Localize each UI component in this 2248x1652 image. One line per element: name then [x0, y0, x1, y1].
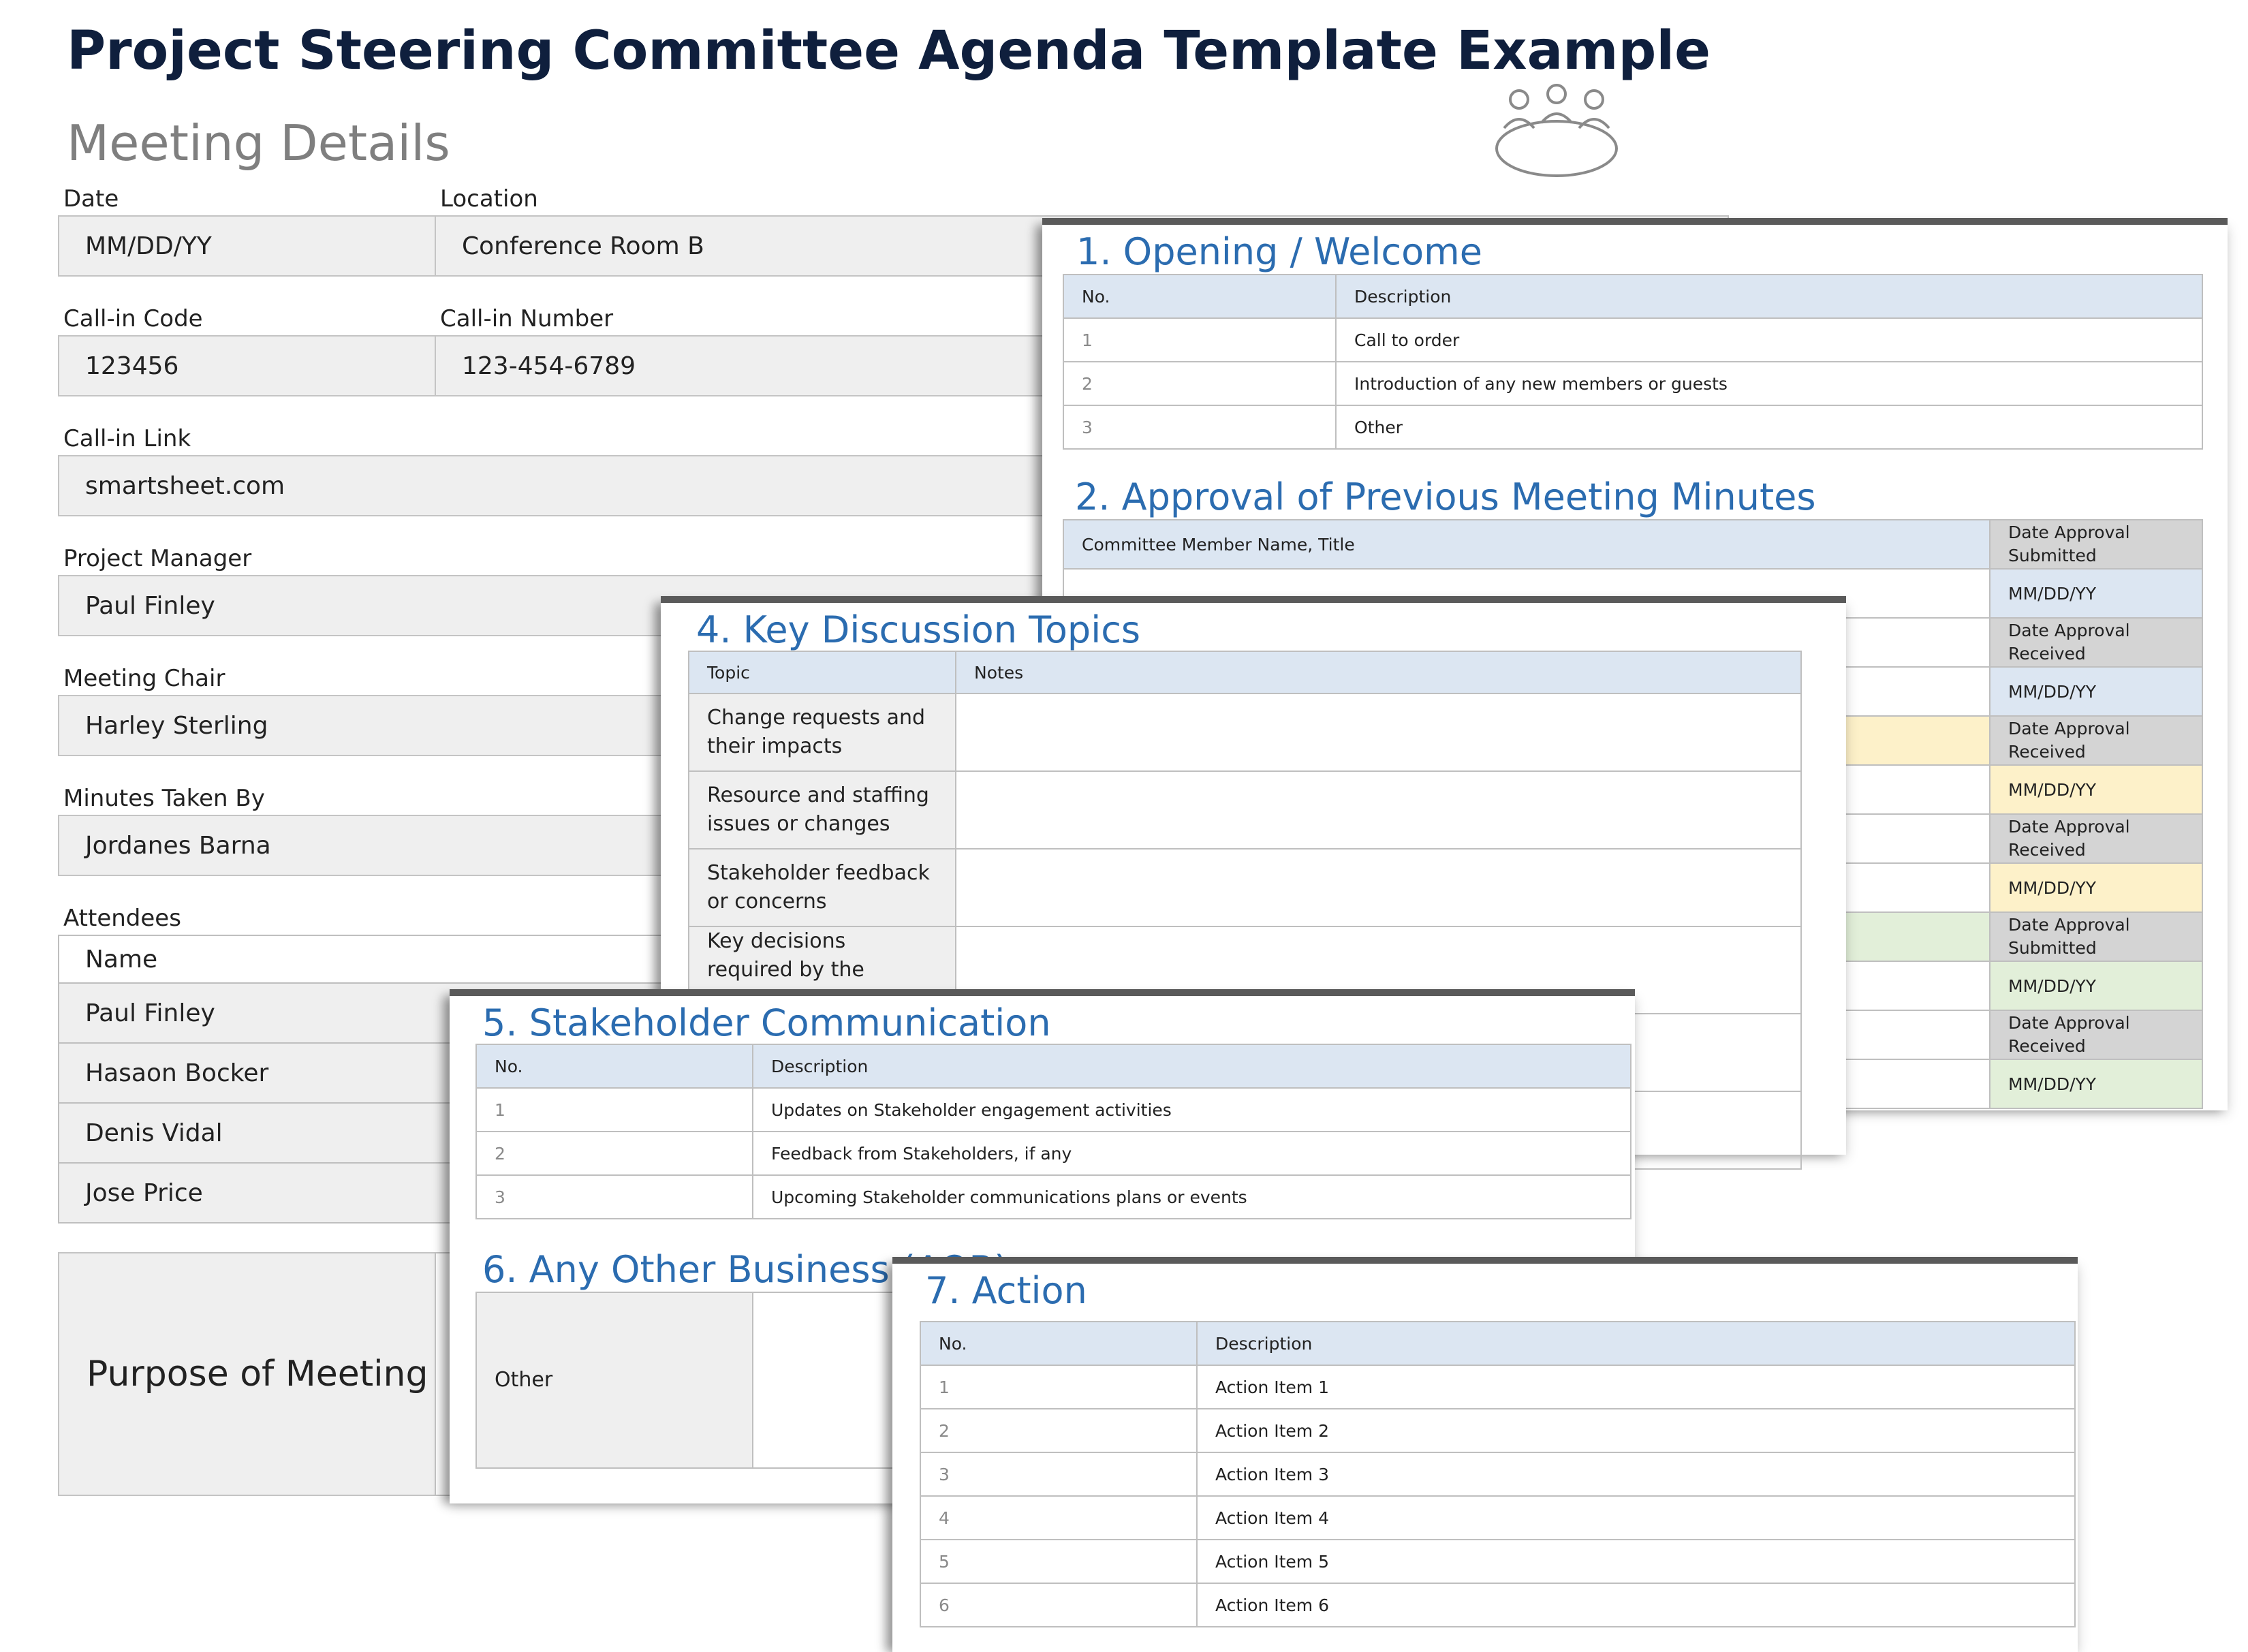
- call-in-code-field[interactable]: 123456: [58, 335, 436, 396]
- approval-date-value[interactable]: MM/DD/YY: [1989, 1059, 2203, 1109]
- action-row-no: 5: [920, 1539, 1198, 1584]
- action-row-no: 3: [920, 1452, 1198, 1497]
- action-row-desc[interactable]: Action Item 5: [1196, 1539, 2076, 1584]
- stakeholder-title: 5. Stakeholder Communication: [482, 1001, 1051, 1044]
- opening-row-no: 1: [1063, 317, 1337, 362]
- opening-row-desc[interactable]: Introduction of any new members or guest…: [1335, 361, 2203, 406]
- action-table: No. Description 1 Action Item 1 2 Action I…: [920, 1321, 2076, 1627]
- approval-date-label: Date Approval Received: [1989, 1010, 2203, 1060]
- approval-title: 2. Approval of Previous Meeting Minutes: [1075, 476, 1816, 518]
- stakeholder-row-desc[interactable]: Updates on Stakeholder engagement activi…: [752, 1087, 1632, 1132]
- action-row-desc[interactable]: Action Item 3: [1196, 1452, 2076, 1497]
- stakeholder-row-desc[interactable]: Feedback from Stakeholders, if any: [752, 1131, 1632, 1176]
- stakeholder-row-no: 3: [475, 1174, 753, 1219]
- date-field[interactable]: MM/DD/YY: [58, 215, 436, 277]
- approval-date-label: Date Approval Received: [1989, 813, 2203, 864]
- action-row-desc[interactable]: Action Item 2: [1196, 1408, 2076, 1453]
- call-in-code-label: Call-in Code: [63, 305, 203, 332]
- stakeholder-row-desc[interactable]: Upcoming Stakeholder communications plan…: [752, 1174, 1632, 1219]
- action-row-desc[interactable]: Action Item 6: [1196, 1583, 2076, 1627]
- purpose-label: Purpose of Meeting: [58, 1252, 436, 1496]
- stakeholder-row-no: 2: [475, 1131, 753, 1176]
- approval-date-value[interactable]: MM/DD/YY: [1989, 862, 2203, 913]
- key-topics-title: 4. Key Discussion Topics: [696, 608, 1141, 651]
- approval-date-value[interactable]: MM/DD/YY: [1989, 764, 2203, 815]
- opening-col-no: No.: [1063, 274, 1337, 319]
- action-row-no: 2: [920, 1408, 1198, 1453]
- meeting-details-heading: Meeting Details: [67, 114, 450, 172]
- stakeholder-row-no: 1: [475, 1087, 753, 1132]
- approval-date-label: Date Approval Received: [1989, 617, 2203, 668]
- opening-row-desc[interactable]: Other: [1335, 405, 2203, 450]
- approval-date-value[interactable]: MM/DD/YY: [1989, 666, 2203, 717]
- topic-cell: Resource and staffing issues or changes: [688, 770, 956, 850]
- action-title: 7. Action: [925, 1269, 1087, 1312]
- project-manager-label: Project Manager: [63, 545, 252, 572]
- action-row-desc[interactable]: Action Item 1: [1196, 1365, 2076, 1409]
- action-col-no: No.: [920, 1321, 1198, 1366]
- location-label: Location: [440, 185, 538, 213]
- action-row-no: 1: [920, 1365, 1198, 1409]
- approval-date-value[interactable]: MM/DD/YY: [1989, 568, 2203, 619]
- opening-row-no: 2: [1063, 361, 1337, 406]
- key-topics-col-notes: Notes: [955, 651, 1802, 694]
- opening-table: No. Description 1 Call to order 2 Introd…: [1063, 274, 2203, 450]
- opening-col-desc: Description: [1335, 274, 2203, 319]
- approval-date-value[interactable]: MM/DD/YY: [1989, 961, 2203, 1011]
- date-label: Date: [63, 185, 119, 213]
- action-col-desc: Description: [1196, 1321, 2076, 1366]
- opening-title: 1. Opening / Welcome: [1076, 230, 1482, 273]
- notes-cell[interactable]: [955, 848, 1802, 927]
- topic-cell: Change requests and their impacts: [688, 693, 956, 772]
- attendees-label: Attendees: [63, 905, 181, 932]
- stakeholder-col-desc: Description: [752, 1044, 1632, 1089]
- approval-date-label: Date Approval Received: [1989, 715, 2203, 766]
- key-topics-col-topic: Topic: [688, 651, 956, 694]
- action-row-no: 4: [920, 1495, 1198, 1540]
- meeting-table-icon: [1492, 80, 1621, 183]
- action-sheet: 7. Action No. Description 1 Action Item 1…: [892, 1264, 2078, 1652]
- opening-row-no: 3: [1063, 405, 1337, 450]
- aob-row-label: Other: [475, 1292, 753, 1469]
- approval-date-label: Date Approval Submitted: [1989, 519, 2203, 570]
- opening-row-desc[interactable]: Call to order: [1335, 317, 2203, 362]
- meeting-chair-label: Meeting Chair: [63, 665, 225, 692]
- approval-col-member: Committee Member Name, Title: [1063, 519, 1991, 570]
- topic-cell: Stakeholder feedback or concerns: [688, 848, 956, 927]
- action-row-desc[interactable]: Action Item 4: [1196, 1495, 2076, 1540]
- minutes-taken-label: Minutes Taken By: [63, 785, 265, 812]
- notes-cell[interactable]: [955, 770, 1802, 850]
- stakeholder-col-no: No.: [475, 1044, 753, 1089]
- approval-date-label: Date Approval Submitted: [1989, 911, 2203, 962]
- action-row-no: 6: [920, 1583, 1198, 1627]
- page-title: Project Steering Committee Agenda Templa…: [67, 20, 1711, 82]
- call-in-link-label: Call-in Link: [63, 425, 191, 452]
- notes-cell[interactable]: [955, 693, 1802, 772]
- call-in-number-label: Call-in Number: [440, 305, 614, 332]
- stakeholder-table: No. Description 1 Updates on Stakeholder …: [475, 1044, 1632, 1219]
